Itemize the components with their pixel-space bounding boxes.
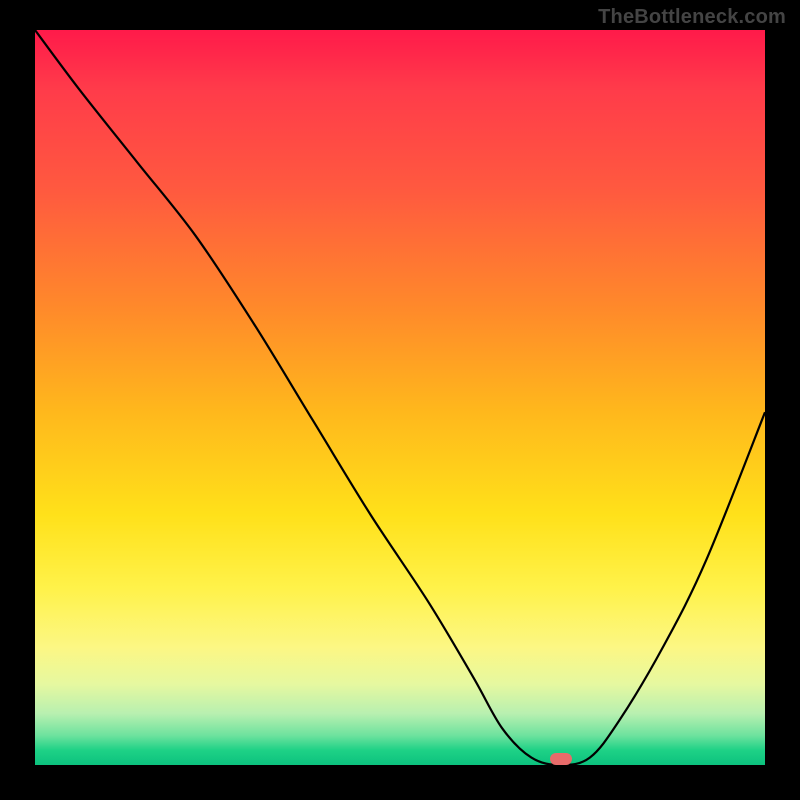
- plot-area: [35, 30, 765, 765]
- chart-frame: TheBottleneck.com: [0, 0, 800, 800]
- watermark-text: TheBottleneck.com: [598, 6, 786, 29]
- optimal-marker: [550, 753, 572, 765]
- bottleneck-curve: [35, 30, 765, 765]
- curve-svg: [35, 30, 765, 765]
